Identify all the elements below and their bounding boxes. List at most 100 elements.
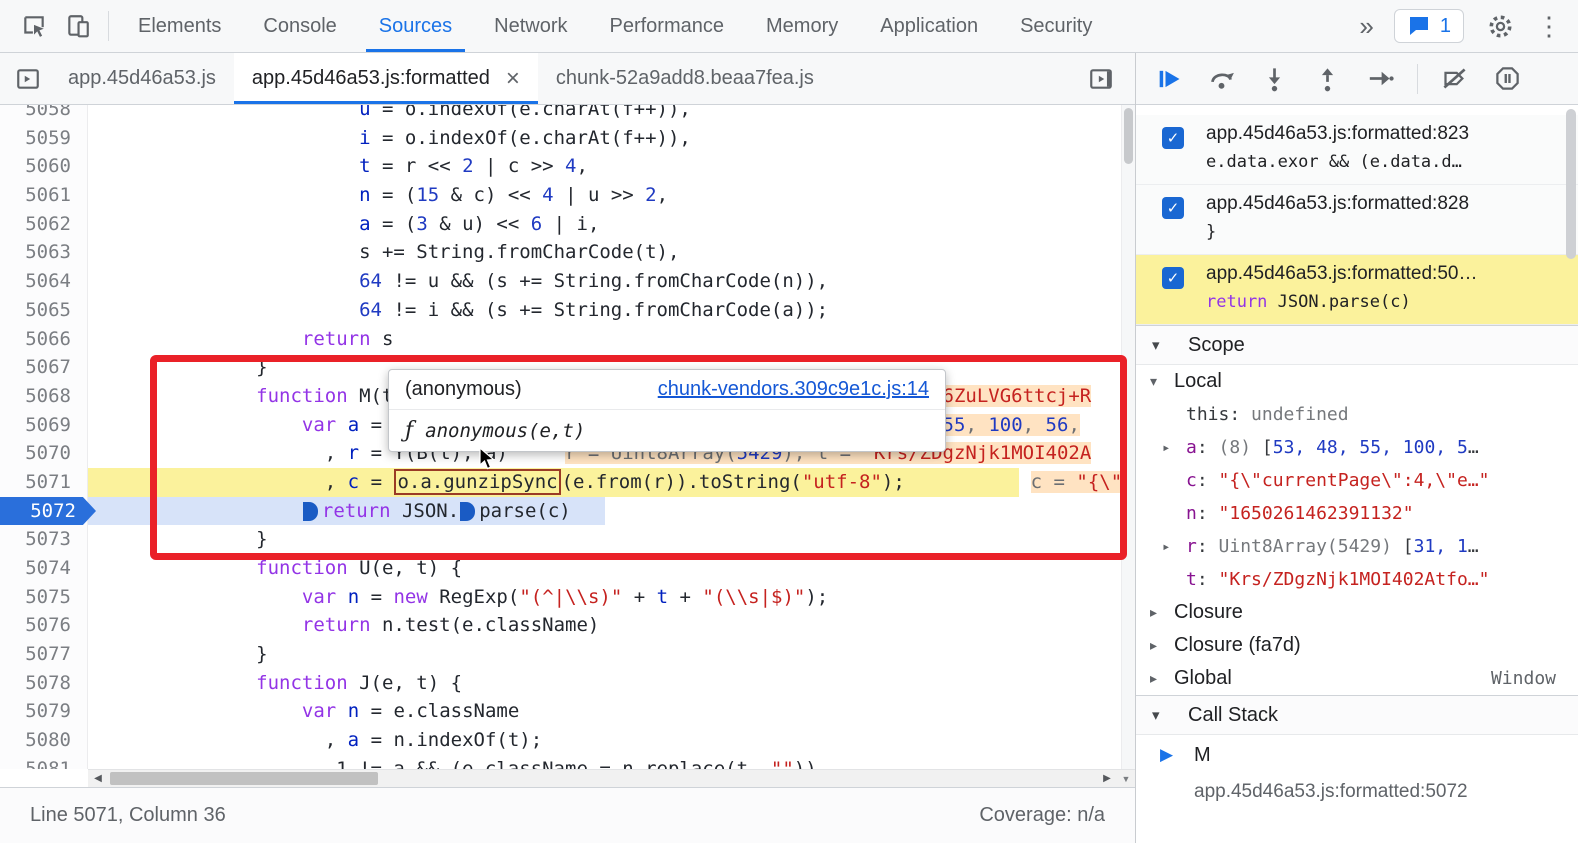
scroll-right-icon[interactable]: ▶ [1097, 770, 1117, 787]
file-tab[interactable]: chunk-52a9add8.beaa7fea.js [538, 53, 832, 104]
editor-vertical-scrollbar[interactable] [1121, 105, 1135, 769]
line-number[interactable]: 5060 [0, 152, 88, 181]
code-text[interactable]: u = o.indexOf(e.charAt(f++)), [88, 105, 1135, 124]
disclosure-triangle-icon[interactable]: ▸ [1162, 539, 1186, 555]
step-into-button[interactable] [1250, 58, 1299, 100]
inspect-element-icon[interactable] [12, 4, 56, 48]
horizontal-scrollbar-track[interactable] [108, 770, 1097, 787]
breakpoint-checkbox[interactable]: ✓ [1162, 127, 1184, 149]
line-number[interactable]: 5074 [0, 554, 88, 583]
vertical-scrollbar-thumb[interactable] [1124, 108, 1133, 164]
step-over-button[interactable] [1197, 58, 1246, 100]
sidebar-scrollbar-thumb[interactable] [1566, 109, 1576, 259]
code-text[interactable]: -1 != a && (e.className = n.replace(t, "… [88, 755, 1135, 769]
line-number[interactable]: 5072 [0, 497, 88, 526]
line-number[interactable]: 5081 [0, 755, 88, 769]
scope-row-global[interactable]: ▸GlobalWindow [1136, 662, 1578, 695]
scope-row-c[interactable]: c: "{\"currentPage\":4,\"e…" [1136, 464, 1578, 497]
line-number[interactable]: 5079 [0, 697, 88, 726]
scope-row-r[interactable]: ▸r: Uint8Array(5429) [31, 1… [1136, 530, 1578, 563]
scope-row-closure[interactable]: ▸Closure [1136, 596, 1578, 629]
panel-tab-security[interactable]: Security [999, 0, 1113, 52]
code-text[interactable]: 64 != u && (s += String.fromCharCode(n))… [88, 267, 1135, 296]
disclosure-triangle-icon[interactable]: ▸ [1162, 440, 1186, 456]
code-text[interactable]: i = o.indexOf(e.charAt(f++)), [88, 124, 1135, 153]
code-text[interactable]: a = (3 & u) << 6 | i, [88, 210, 1135, 239]
tooltip-source-link[interactable]: chunk-vendors.309c9e1c.js:14 [658, 378, 929, 401]
code-text[interactable]: } [88, 525, 1135, 554]
settings-gear-icon[interactable] [1484, 10, 1516, 42]
breakpoint-checkbox[interactable]: ✓ [1162, 267, 1184, 289]
code-text[interactable]: 64 != i && (s += String.fromCharCode(a))… [88, 296, 1135, 325]
line-number[interactable]: 5058 [0, 105, 88, 124]
disclosure-triangle-icon[interactable]: ▸ [1150, 637, 1174, 654]
inline-breakpoint-marker[interactable] [303, 502, 318, 521]
call-stack-frame-location[interactable]: app.45d46a53.js:formatted:5072 [1136, 775, 1578, 815]
line-number[interactable]: 5067 [0, 353, 88, 382]
console-messages-button[interactable]: 1 [1394, 9, 1464, 43]
code-text[interactable]: n = (15 & c) << 4 | u >> 2, [88, 181, 1135, 210]
customize-menu-icon[interactable]: ⋮ [1536, 11, 1562, 42]
line-number[interactable]: 5080 [0, 726, 88, 755]
line-number[interactable]: 5071 [0, 468, 88, 497]
file-tab[interactable]: app.45d46a53.js [50, 53, 234, 104]
line-number[interactable]: 5062 [0, 210, 88, 239]
code-text[interactable]: } [88, 640, 1135, 669]
line-number[interactable]: 5059 [0, 124, 88, 153]
disclosure-triangle-icon[interactable]: ▸ [1150, 670, 1174, 687]
pause-on-exceptions-button[interactable] [1483, 58, 1532, 100]
call-stack-frame[interactable]: ▶M [1136, 735, 1578, 775]
resume-script-button[interactable] [1144, 58, 1193, 100]
scope-row-local[interactable]: ▾Local [1136, 365, 1578, 398]
panel-tab-sources[interactable]: Sources [358, 0, 473, 52]
line-number[interactable]: 5065 [0, 296, 88, 325]
panel-tab-elements[interactable]: Elements [117, 0, 242, 52]
step-out-button[interactable] [1303, 58, 1352, 100]
deactivate-breakpoints-button[interactable] [1430, 58, 1479, 100]
line-number[interactable]: 5077 [0, 640, 88, 669]
editor-horizontal-scrollbar[interactable]: ◀ ▶ ▼ [88, 769, 1135, 787]
line-number[interactable]: 5069 [0, 411, 88, 440]
disclosure-triangle-icon[interactable]: ▾ [1150, 373, 1174, 390]
code-text[interactable]: var n = new RegExp("(^|\\s)" + t + "(\\s… [88, 583, 1135, 612]
code-text[interactable]: return n.test(e.className) [88, 611, 1135, 640]
line-number[interactable]: 5064 [0, 267, 88, 296]
show-debugger-sidebar-icon[interactable] [1079, 57, 1123, 101]
panel-tab-network[interactable]: Network [473, 0, 588, 52]
code-text[interactable]: , c = o.a.gunzipSync(e.from(r)).toString… [88, 468, 1135, 497]
scroll-down-icon[interactable]: ▼ [1117, 770, 1135, 787]
line-number[interactable]: 5063 [0, 238, 88, 267]
line-number[interactable]: 5076 [0, 611, 88, 640]
code-text[interactable]: t = r << 2 | c >> 4, [88, 152, 1135, 181]
scope-section-header[interactable]: ▾ Scope [1136, 325, 1578, 365]
line-number[interactable]: 5075 [0, 583, 88, 612]
scope-row-closure-fa7d-[interactable]: ▸Closure (fa7d) [1136, 629, 1578, 662]
code-text[interactable]: return s [88, 325, 1135, 354]
scope-row-a[interactable]: ▸a: (8) [53, 48, 55, 100, 5… [1136, 431, 1578, 464]
line-number[interactable]: 5073 [0, 525, 88, 554]
breakpoint-entry[interactable]: ✓app.45d46a53.js:formatted:823e.data.exo… [1136, 115, 1578, 185]
line-number[interactable]: 5066 [0, 325, 88, 354]
panel-tab-application[interactable]: Application [859, 0, 999, 52]
show-navigator-icon[interactable] [6, 57, 50, 101]
panel-tab-console[interactable]: Console [242, 0, 357, 52]
disclosure-triangle-icon[interactable]: ▸ [1150, 604, 1174, 621]
horizontal-scrollbar-thumb[interactable] [110, 772, 378, 785]
scope-row-this[interactable]: this: undefined [1136, 398, 1578, 431]
inline-breakpoint-marker[interactable] [460, 502, 475, 521]
breakpoint-entry[interactable]: ✓app.45d46a53.js:formatted:50…return JSO… [1136, 255, 1578, 325]
breakpoint-entry[interactable]: ✓app.45d46a53.js:formatted:828} [1136, 185, 1578, 255]
call-stack-section-header[interactable]: ▾ Call Stack [1136, 695, 1578, 735]
file-tab[interactable]: app.45d46a53.js:formatted× [234, 53, 538, 104]
line-number[interactable]: 5068 [0, 382, 88, 411]
scope-row-t[interactable]: t: "Krs/ZDgzNjk1MOI402Atfo…" [1136, 563, 1578, 596]
panel-tab-performance[interactable]: Performance [589, 0, 746, 52]
breakpoint-checkbox[interactable]: ✓ [1162, 197, 1184, 219]
code-text[interactable]: function U(e, t) { [88, 554, 1135, 583]
line-number[interactable]: 5070 [0, 439, 88, 468]
device-toolbar-icon[interactable] [56, 4, 100, 48]
code-text[interactable]: return JSON.parse(c) [88, 497, 1135, 526]
step-button[interactable] [1356, 58, 1405, 100]
code-text[interactable]: var n = e.className [88, 697, 1135, 726]
code-text[interactable]: function J(e, t) { [88, 669, 1135, 698]
